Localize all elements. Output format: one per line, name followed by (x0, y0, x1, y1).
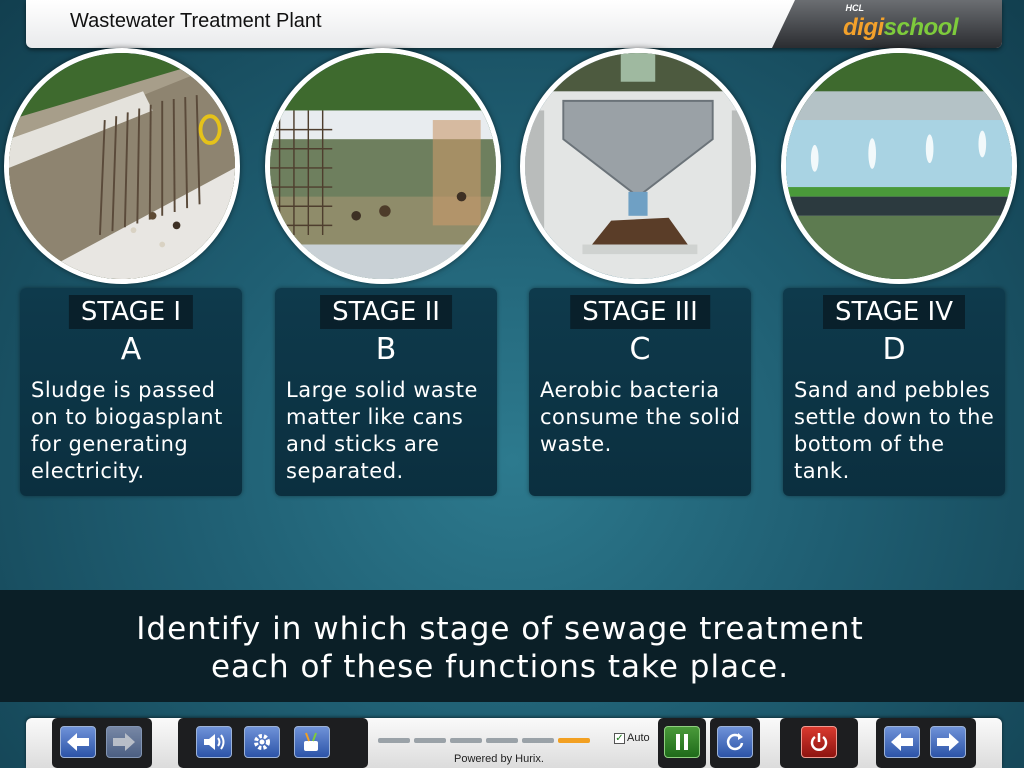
stage-label: STAGE III (570, 295, 710, 329)
powered-by-text: Powered by Hurix. (454, 753, 544, 765)
back-arrow-icon (67, 733, 89, 751)
digischool-logo: HCL digischool (772, 0, 1002, 48)
next-page-button[interactable] (930, 726, 966, 758)
replay-group (710, 718, 760, 768)
progress-segment (486, 738, 518, 743)
stage-label: STAGE I (68, 295, 194, 329)
stage-label: STAGE IV (823, 295, 965, 329)
tools-icon (304, 732, 318, 751)
stage-letter: A (120, 332, 142, 367)
exit-group (780, 718, 858, 768)
tools-group (178, 718, 368, 768)
stage-letter: B (375, 332, 397, 367)
logo-wordmark: digischool (843, 14, 959, 41)
stage-c-illustration (520, 48, 756, 284)
stage-letter: C (629, 332, 651, 367)
prev-page-button[interactable] (884, 726, 920, 758)
stage-description: Large solid waste matter like cans and s… (286, 378, 478, 483)
instruction-line-2: each of these functions take place. (210, 649, 790, 685)
stage-card-b[interactable]: STAGE II B Large solid waste matter like… (275, 288, 497, 496)
auto-toggle[interactable]: ✓ Auto (614, 732, 650, 744)
progress-segment (522, 738, 554, 743)
instruction-line-1: Identify in which stage of sewage treatm… (136, 611, 864, 647)
gear-icon (254, 734, 270, 750)
stage-description: Aerobic bacteria consume the solid waste… (540, 378, 741, 456)
page-title: Wastewater Treatment Plant (70, 10, 322, 32)
auto-label: Auto (627, 732, 650, 744)
exit-button[interactable] (801, 726, 837, 758)
speaker-icon (204, 734, 225, 750)
nav-group-right (876, 718, 976, 768)
pause-button[interactable] (664, 726, 700, 758)
instruction-text: Identify in which stage of sewage treatm… (0, 610, 1000, 686)
progress-segment (414, 738, 446, 743)
forward-arrow-icon (113, 733, 135, 751)
tools-button[interactable] (294, 726, 330, 758)
stage-b-illustration (265, 48, 501, 284)
stage-label: STAGE II (320, 295, 452, 329)
logo-hcl-text: HCL (845, 3, 865, 13)
settings-button[interactable] (244, 726, 280, 758)
instruction-panel: Identify in which stage of sewage treatm… (0, 590, 1024, 702)
progress-segment (450, 738, 482, 743)
stage-description: Sand and pebbles settle down to the bott… (794, 378, 995, 483)
progress-segment-current (558, 738, 590, 743)
audio-button[interactable] (196, 726, 232, 758)
next-page-icon (937, 733, 959, 751)
forward-button[interactable] (106, 726, 142, 758)
power-icon (810, 733, 828, 751)
nav-group-left (52, 718, 152, 768)
replay-icon (726, 733, 744, 751)
stage-card-a[interactable]: STAGE I A Sludge is passed on to biogasp… (20, 288, 242, 496)
auto-checkbox[interactable]: ✓ (614, 732, 625, 744)
stage-card-c[interactable]: STAGE III C Aerobic bacteria consume the… (529, 288, 751, 496)
bottom-toolbar: ✓ Auto Powered by Hurix. (26, 718, 1002, 768)
prev-page-icon (891, 733, 913, 751)
stage-letter: D (882, 332, 906, 367)
pause-group (658, 718, 706, 768)
back-button[interactable] (60, 726, 96, 758)
stage-description: Sludge is passed on to biogasplant for g… (31, 378, 223, 483)
stage-card-d[interactable]: STAGE IV D Sand and pebbles settle down … (783, 288, 1005, 496)
title-bar: Wastewater Treatment Plant HCL digischoo… (26, 0, 1002, 48)
progress-segment (378, 738, 410, 743)
progress-indicator (378, 738, 590, 743)
stage-d-illustration (781, 48, 1017, 284)
replay-button[interactable] (717, 726, 753, 758)
stage-a-illustration (4, 48, 240, 284)
pause-icon (676, 734, 688, 750)
